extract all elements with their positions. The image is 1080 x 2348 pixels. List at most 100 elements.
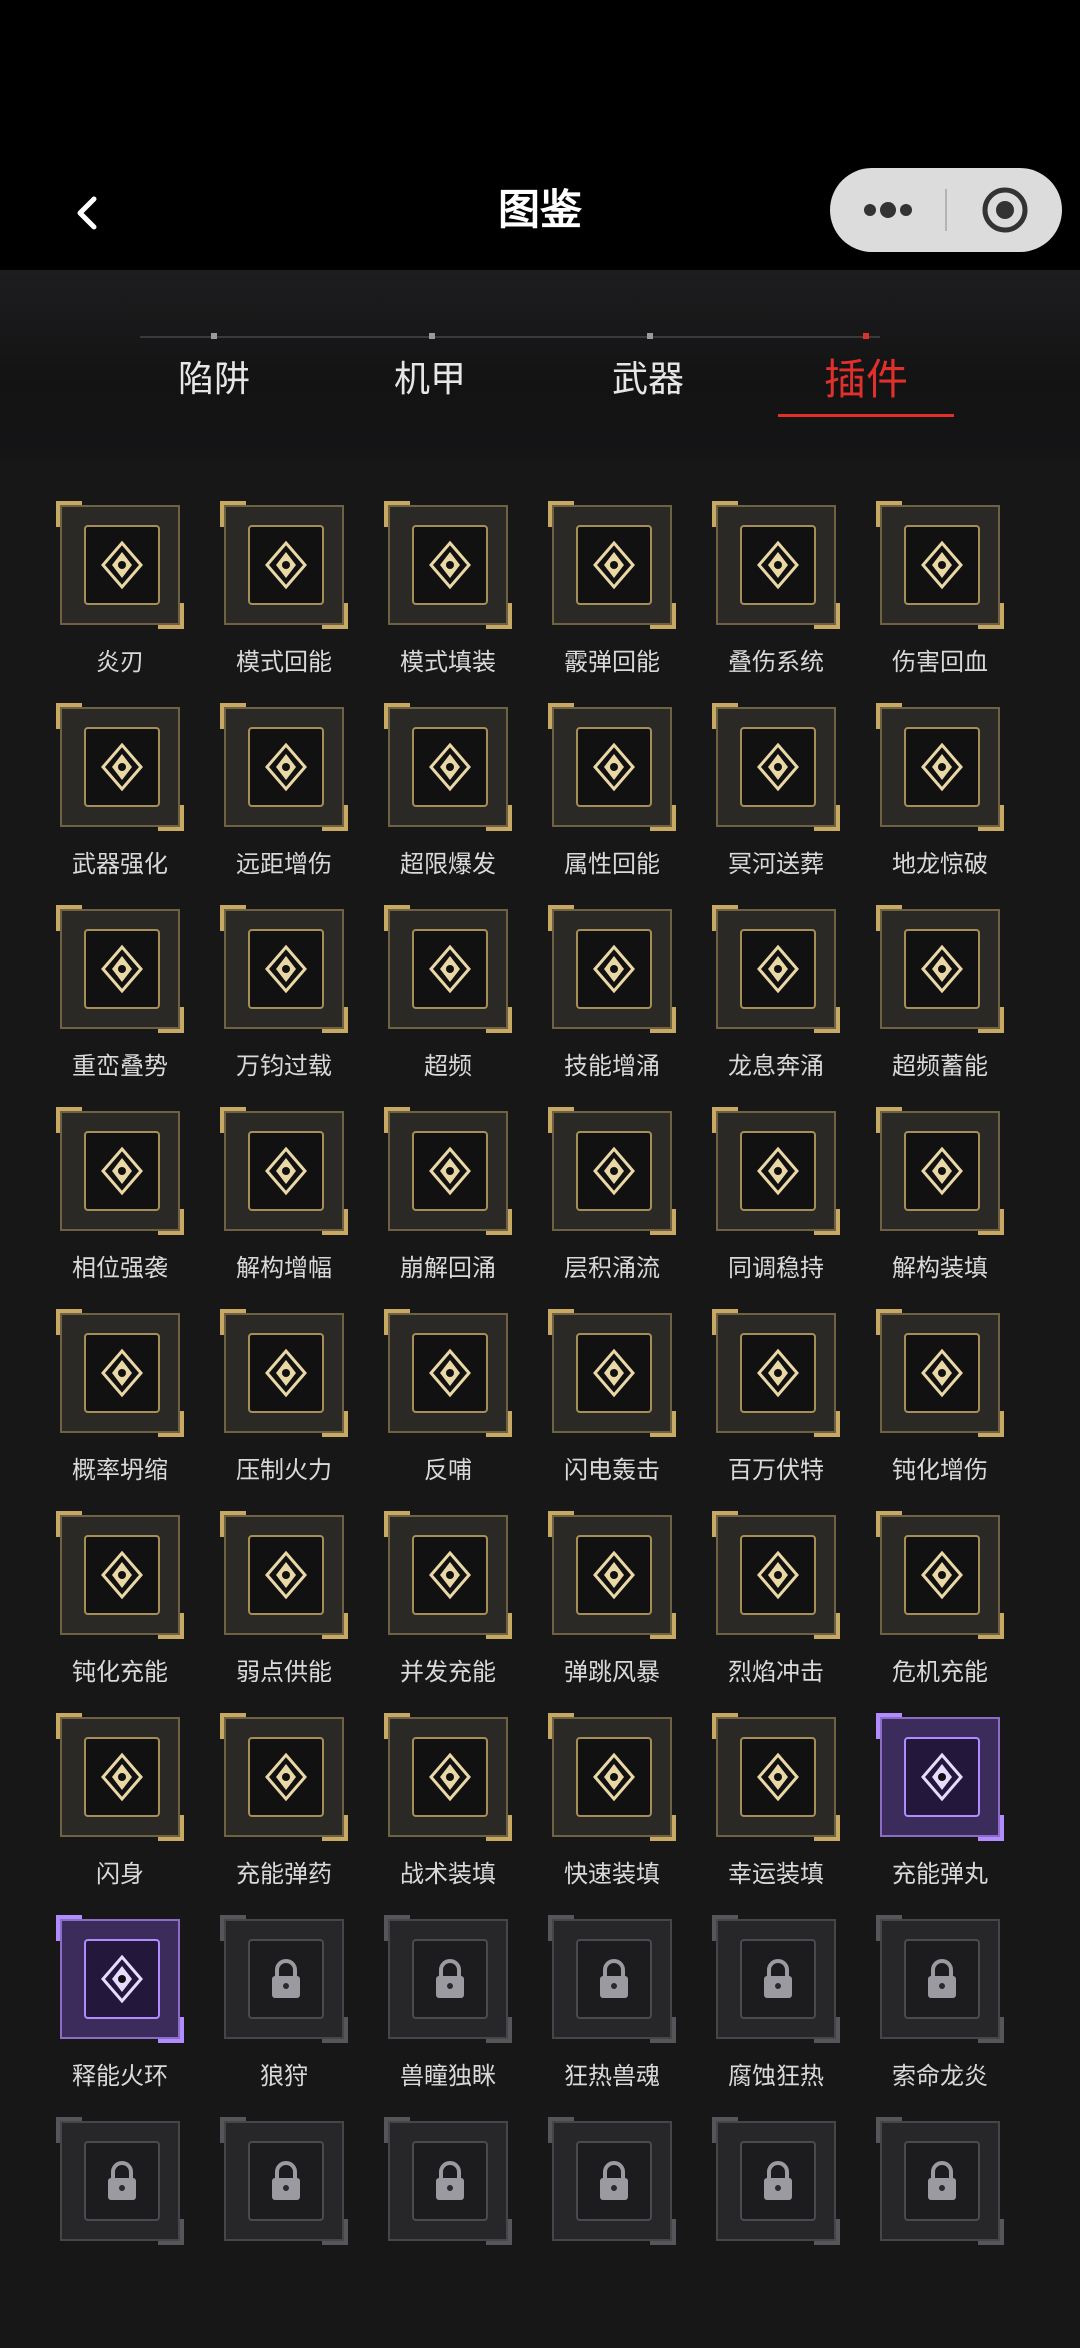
plugin-name: 烈焰冲击 [728,1658,824,1686]
tab-mechs[interactable]: 机甲 [340,352,520,408]
plugin-icon-frame [876,1107,1004,1235]
plugin-icon-plate [412,2141,488,2221]
plugin-name: 弱点供能 [236,1658,332,1686]
lock-icon [928,2161,956,2200]
tab-weapons[interactable]: 武器 [558,352,738,408]
plugin-name: 重峦叠势 [72,1052,168,1080]
plugin-icon-frame [876,1309,1004,1437]
plugin-name: 层积涌流 [564,1254,660,1282]
plugin-name: 崩解回涌 [400,1254,496,1282]
plugin-icon-plate [904,1333,980,1413]
plugin-icon-frame [384,1713,512,1841]
skill-surge-icon [593,944,635,994]
plugin-icon-plate [904,1737,980,1817]
plugin-icon-plate [248,727,324,807]
plugin-icon-frame [876,2117,1004,2245]
plugin-name: 闪身 [96,1860,144,1888]
plugin-icon-frame [220,1713,348,1841]
long-range-icon [265,742,307,792]
tab-tick-active [863,333,869,339]
plugin-icon-plate [740,929,816,1009]
plugin-name: 同调稳持 [728,1254,824,1282]
suppress-fire-icon [265,1348,307,1398]
probability-collapse-icon [101,1348,143,1398]
plugin-icon-frame [220,2117,348,2245]
plugin-icon-frame [56,2117,184,2245]
quick-reload-icon [593,1752,635,1802]
plugin-name: 并发充能 [400,1658,496,1686]
plugin-icon-frame [712,501,840,629]
lock-icon [600,1959,628,1998]
shotgun-recharge-icon [593,540,635,590]
plugin-name: 反哺 [424,1456,472,1484]
plugin-icon-plate [248,929,324,1009]
earth-dragon-icon [921,742,963,792]
tab-plugins[interactable]: 插件 [776,352,956,408]
plugin-icon-plate [412,1333,488,1413]
plugin-name: 充能弹药 [236,1860,332,1888]
plugin-icon-plate [576,727,652,807]
plugin-icon-plate [576,929,652,1009]
tab-traps[interactable]: 陷阱 [124,352,304,408]
more-button[interactable] [830,168,945,252]
plugin-name: 冥河送葬 [728,850,824,878]
plugin-name: 龙息奔涌 [728,1052,824,1080]
plugin-icon-plate [248,1737,324,1817]
flame-impact-icon [757,1550,799,1600]
plugin-name: 解构增幅 [236,1254,332,1282]
feedback-icon [429,1348,471,1398]
plugin-name: 兽瞳独眯 [400,2062,496,2090]
plugin-icon-frame [220,1107,348,1235]
plugin-name: 模式填装 [400,648,496,676]
mode-reload-icon [429,540,471,590]
tab-tick [429,333,435,339]
styx-funeral-icon [757,742,799,792]
plugin-icon-frame [712,703,840,831]
lock-icon [108,2161,136,2200]
collapse-surge-icon [429,1146,471,1196]
plugin-icon-plate [84,929,160,1009]
million-volt-icon [757,1348,799,1398]
plugin-icon-frame [220,703,348,831]
plugin-icon-plate [412,727,488,807]
plugin-name: 狂热兽魂 [564,2062,660,2090]
plugin-icon-plate [576,1939,652,2019]
plugin-icon-frame [876,501,1004,629]
plugin-icon-frame [712,2117,840,2245]
plugin-icon-plate [740,1535,816,1615]
plugin-icon-frame [220,905,348,1033]
tab-track-line [140,336,880,338]
close-miniprogram-button[interactable] [947,168,1062,252]
plugin-icon-plate [84,1333,160,1413]
plugin-name: 战术装填 [400,1860,496,1888]
plugin-icon-frame [56,1511,184,1639]
plugin-icon-plate [740,1131,816,1211]
plugin-icon-plate [576,525,652,605]
plugin-name: 叠伤系统 [728,648,824,676]
sync-stable-icon [757,1146,799,1196]
plugin-icon-plate [412,1737,488,1817]
plugin-icon-frame [384,2117,512,2245]
plugin-name: 压制火力 [236,1456,332,1484]
charged-ammo-icon [265,1752,307,1802]
plugin-icon-frame [220,501,348,629]
plugin-name: 概率坍缩 [72,1456,168,1484]
plugin-icon-frame [712,1107,840,1235]
plugin-icon-frame [712,1309,840,1437]
plugin-icon-frame [384,1915,512,2043]
plugin-icon-plate [412,1939,488,2019]
plugin-name: 充能弹丸 [892,1860,988,1888]
plugin-icon-plate [576,1333,652,1413]
plugin-icon-frame [548,703,676,831]
plugin-icon-frame [384,1309,512,1437]
plugin-name: 腐蚀狂热 [728,2062,824,2090]
plugin-grid: 炎刃 模式回能 模式填装 霰弹回能 叠伤系统 伤害回血 武器强化 远距增伤 超限爆发 属性回能 冥河… [0,460,1080,2348]
overload-icon [265,944,307,994]
overclock-icon [429,944,471,994]
plugin-icon-frame [548,905,676,1033]
plugin-name: 模式回能 [236,648,332,676]
plugin-icon-plate [412,929,488,1009]
tab-tick [211,333,217,339]
mountain-stack-icon [101,944,143,994]
plugin-icon-frame [548,1511,676,1639]
